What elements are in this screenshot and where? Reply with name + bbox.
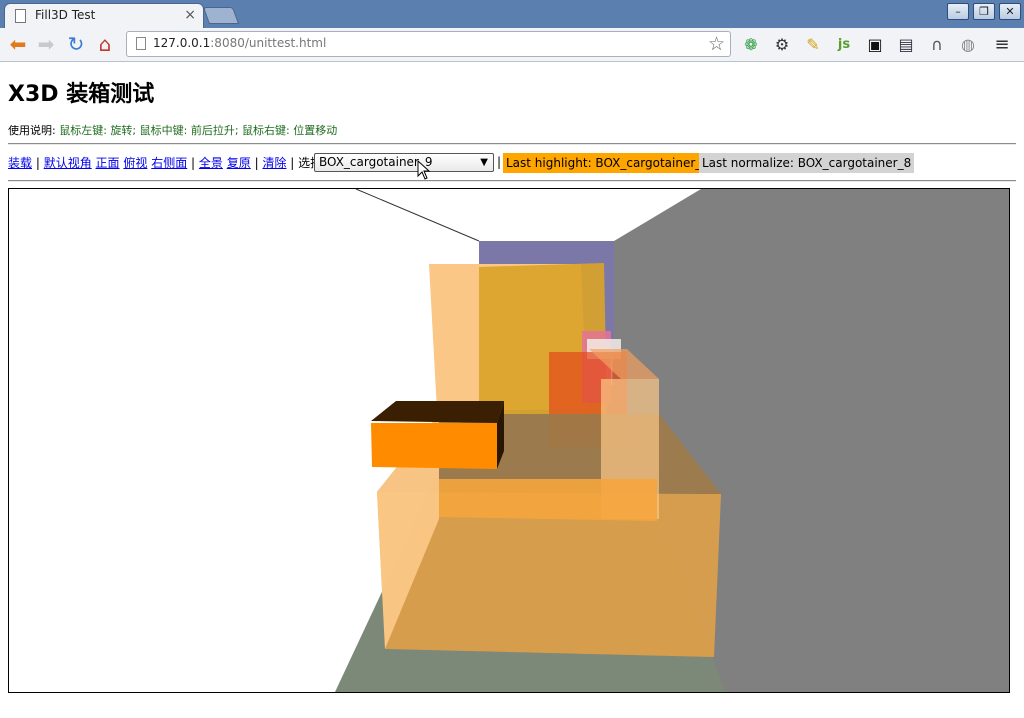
usage-label: 使用说明: — [8, 124, 56, 137]
url-text: 127.0.0.1:8080/unittest.html — [153, 36, 327, 50]
last-highlight-badge: Last highlight: BOX_cargotainer_9 — [503, 153, 712, 173]
last-normalize-badge: Last normalize: BOX_cargotainer_8 — [699, 153, 915, 173]
restore-button[interactable]: ❐ — [973, 3, 995, 20]
headphones-icon[interactable]: ∩ — [926, 34, 948, 56]
box-select[interactable]: BOX_cargotainer_9 ▼ — [314, 153, 494, 172]
new-tab-button[interactable] — [202, 7, 240, 24]
cargo-box-mid-face — [439, 479, 657, 521]
address-bar[interactable]: 127.0.0.1:8080/unittest.html ☆ — [126, 31, 731, 57]
usage-text: 鼠标左键: 旋转; 鼠标中键: 前后拉升; 鼠标右键: 位置移动 — [59, 124, 338, 137]
window-titlebar: Fill3D Test × – ❐ ✕ — [0, 0, 1024, 28]
cargo-box-orange-top — [371, 401, 504, 423]
reload-icon[interactable]: ↻ — [63, 32, 89, 56]
cargo-box-orange — [371, 423, 497, 469]
edit-icon[interactable]: ✎ — [802, 34, 824, 56]
page-icon — [136, 37, 146, 50]
reset-link[interactable]: 复原 — [227, 156, 251, 170]
right-side-view-link[interactable]: 右侧面 — [151, 156, 187, 170]
front-view-link[interactable]: 正面 — [96, 156, 120, 170]
evernote-icon[interactable]: ❁ — [740, 34, 762, 56]
page-title: X3D 装箱测试 — [8, 82, 155, 107]
select-value: BOX_cargotainer_9 — [319, 155, 433, 169]
mouse-cursor-icon — [417, 160, 431, 180]
panorama-link[interactable]: 全景 — [199, 156, 223, 170]
scene-canvas — [335, 189, 1009, 692]
browser-toolbar: ⬅ ➡ ↻ ⌂ 127.0.0.1:8080/unittest.html ☆ ❁… — [0, 28, 1024, 62]
menu-icon[interactable]: ≡ — [991, 34, 1013, 56]
controls-bar: 装载 | 默认视角 正面 俯视 右侧面 | 全景 复原 | 清除 | 选择: — [8, 156, 327, 170]
default-view-link[interactable]: 默认视角 — [44, 156, 92, 170]
container-edge — [355, 189, 480, 242]
separator: | — [497, 155, 502, 169]
camera-icon[interactable]: ▤ — [895, 34, 917, 56]
usage-instructions: 使用说明: 鼠标左键: 旋转; 鼠标中键: 前后拉升; 鼠标右键: 位置移动 — [8, 122, 337, 138]
chevron-down-icon: ▼ — [480, 157, 488, 168]
gear-icon[interactable]: ⚙ — [771, 34, 793, 56]
home-icon[interactable]: ⌂ — [92, 32, 118, 56]
forward-arrow-icon[interactable]: ➡ — [33, 32, 59, 56]
minimize-button[interactable]: – — [947, 3, 969, 20]
clear-link[interactable]: 清除 — [262, 156, 286, 170]
back-arrow-icon[interactable]: ⬅ — [5, 32, 31, 56]
load-link[interactable]: 装载 — [8, 156, 32, 170]
x3d-viewport[interactable] — [8, 188, 1010, 693]
globe-icon[interactable]: ◍ — [957, 34, 979, 56]
js-icon[interactable]: js — [833, 34, 855, 56]
tab-close-icon[interactable]: × — [184, 7, 196, 23]
page-icon — [15, 9, 26, 23]
bookmark-star-icon[interactable]: ☆ — [708, 33, 725, 55]
close-window-button[interactable]: ✕ — [999, 3, 1021, 20]
qr-icon[interactable]: ▣ — [864, 34, 886, 56]
divider — [8, 143, 1016, 145]
browser-tab[interactable]: Fill3D Test × — [4, 3, 204, 28]
divider — [8, 180, 1016, 182]
tab-title: Fill3D Test — [35, 8, 96, 22]
top-view-link[interactable]: 俯视 — [123, 156, 147, 170]
